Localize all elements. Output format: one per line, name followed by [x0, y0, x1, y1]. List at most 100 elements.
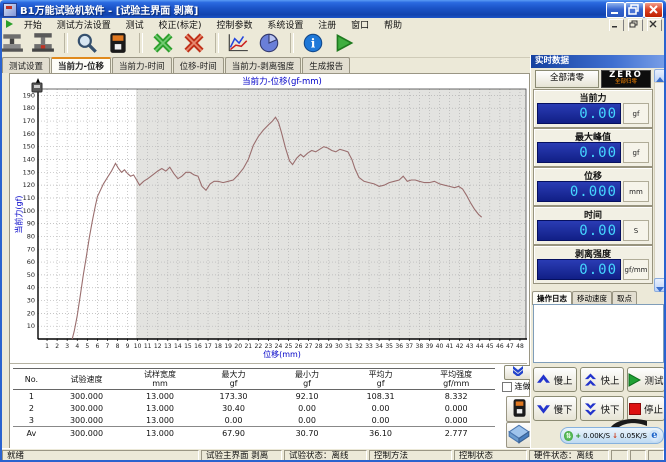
svg-text:44: 44 [476, 343, 484, 350]
svg-text:41: 41 [446, 343, 454, 350]
svg-text:60: 60 [27, 258, 35, 266]
svg-text:90: 90 [27, 220, 35, 228]
checkbox-box[interactable] [502, 382, 512, 392]
main-toolbar: i [0, 31, 666, 58]
green-cross-icon[interactable] [151, 32, 177, 56]
window-title: B1万能试验机软件 - [试验主界面 剥离] [20, 2, 198, 17]
svg-text:6: 6 [95, 343, 99, 350]
zero-button[interactable]: ZERO 全部归零 [601, 70, 651, 88]
col-test-speed: 试验速度 [50, 375, 124, 384]
svg-text:160: 160 [23, 130, 35, 138]
specimen-clamp-icon[interactable] [0, 32, 26, 56]
readout-max-peak: 最大峰值 0.00 gf [533, 128, 653, 167]
table-row[interactable]: 2300.00013.00030.400.000.000.000 [13, 402, 495, 414]
slow-down-button[interactable]: 慢下 [533, 396, 577, 421]
tab-force-displacement[interactable]: 当前力-位移 [51, 57, 111, 73]
current-force-value: 0.00 [537, 103, 621, 124]
realtime-panel-header: 实时数据 [531, 55, 666, 68]
toolbar-separator [215, 33, 219, 53]
svg-text:9: 9 [126, 343, 130, 350]
svg-text:4: 4 [75, 343, 79, 350]
svg-text:33: 33 [365, 343, 373, 350]
pie-chart-icon[interactable] [257, 32, 283, 56]
curves-icon[interactable] [226, 32, 252, 56]
svg-text:46: 46 [496, 343, 504, 350]
double-arrow-up-icon [584, 373, 597, 387]
svg-text:150: 150 [23, 143, 35, 151]
close-button[interactable] [644, 2, 663, 18]
tab-displacement-time[interactable]: 位移-时间 [173, 57, 224, 73]
svg-text:39: 39 [426, 343, 434, 350]
machine-press-icon[interactable] [31, 32, 57, 56]
svg-text:40: 40 [436, 343, 444, 350]
svg-text:20: 20 [27, 309, 35, 317]
net-updown-icon: ⇅ [564, 431, 573, 441]
panel-divider [10, 363, 527, 367]
svg-text:70: 70 [27, 245, 35, 253]
svg-text:48: 48 [516, 343, 524, 350]
svg-text:8: 8 [116, 343, 120, 350]
col-no: No. [13, 375, 50, 384]
svg-text:14: 14 [174, 343, 182, 350]
svg-text:30: 30 [27, 297, 35, 305]
app-icon [3, 3, 17, 17]
tab-move-speed[interactable]: 移动速度 [572, 291, 612, 305]
results-header-row: No. 试验速度 试样宽度mm 最大力gf 最小力gf 平均力gf 平均强度gf… [13, 369, 495, 390]
run-icon[interactable] [332, 32, 358, 56]
svg-text:180: 180 [23, 104, 35, 112]
network-speed-widget[interactable]: ⇅ +0.00K/S ↓0.05K/S e [560, 427, 664, 444]
tab-generate-report[interactable]: 生成报告 [302, 57, 350, 73]
svg-text:12: 12 [154, 343, 162, 350]
max-peak-value: 0.00 [537, 142, 621, 163]
svg-text:42: 42 [456, 343, 464, 350]
svg-text:15: 15 [184, 343, 192, 350]
svg-text:43: 43 [466, 343, 474, 350]
svg-text:10: 10 [134, 343, 142, 350]
zoom-icon[interactable] [75, 32, 101, 56]
table-row[interactable]: 1300.00013.000173.3092.10108.318.332 [13, 390, 495, 403]
memory-card-icon[interactable] [106, 32, 132, 56]
tab-force-peel-strength[interactable]: 当前力-剥离强度 [225, 57, 302, 73]
view-tabs: 测试设置当前力-位移当前力-时间位移-时间当前力-剥离强度生成报告 [2, 57, 530, 73]
red-cross-icon[interactable] [182, 32, 208, 56]
svg-text:47: 47 [506, 343, 514, 350]
control-tabs: 操作日志移动速度取点 [532, 291, 666, 304]
zero-all-button[interactable]: 全部清零 [535, 70, 599, 88]
chart-plot[interactable]: 1020304050607080901001101201301401501601… [10, 74, 527, 363]
fast-up-button[interactable]: 快上 [580, 367, 624, 392]
menu-run-icon[interactable] [6, 20, 13, 28]
tab-force-time[interactable]: 当前力-时间 [112, 57, 172, 73]
minimize-button[interactable] [606, 2, 625, 18]
readout-peel-strength: 剥离强度 0.00 gf/mm [533, 245, 653, 284]
browser-e-icon[interactable]: e [649, 430, 660, 442]
toolbar-separator [64, 33, 68, 53]
collapse-table-button[interactable] [504, 365, 532, 380]
tab-pick-point[interactable]: 取点 [612, 291, 637, 305]
col-max-force: 最大力 [197, 370, 271, 379]
table-row[interactable]: 3300.00013.0000.000.000.000.000 [13, 414, 495, 427]
stop-icon [629, 403, 641, 415]
restore-button[interactable] [625, 2, 644, 18]
table-row-average[interactable]: Av300.00013.00067.9030.7036.102.777 [13, 427, 495, 440]
test-button[interactable]: 测试 [627, 367, 665, 392]
svg-text:10: 10 [27, 322, 35, 330]
tab-test-settings[interactable]: 测试设置 [2, 57, 50, 73]
realtime-data-panel: 实时数据 全部清零 ZERO 全部归零 当前力 0.00 gf 最大峰值 0.0… [530, 55, 666, 448]
svg-text:38: 38 [416, 343, 424, 350]
main-panel: 当前力-位移(gf-mm) 10203040506070809010011012… [9, 73, 530, 449]
svg-text:1: 1 [45, 343, 49, 350]
slow-up-button[interactable]: 慢上 [533, 367, 577, 392]
toolbar-separator [290, 33, 294, 53]
double-arrow-down-icon [584, 402, 597, 416]
svg-text:35: 35 [385, 343, 393, 350]
operation-log-list[interactable] [533, 304, 664, 363]
svg-text:170: 170 [23, 117, 35, 125]
checkbox-label: 连做 [515, 382, 531, 391]
svg-text:140: 140 [23, 156, 35, 164]
svg-text:80: 80 [27, 232, 35, 240]
svg-text:3: 3 [65, 343, 69, 350]
col-avg-strength: 平均强度 [417, 370, 495, 379]
info-icon[interactable]: i [301, 32, 327, 56]
svg-text:5: 5 [85, 343, 89, 350]
tab-operation-log[interactable]: 操作日志 [532, 291, 572, 305]
